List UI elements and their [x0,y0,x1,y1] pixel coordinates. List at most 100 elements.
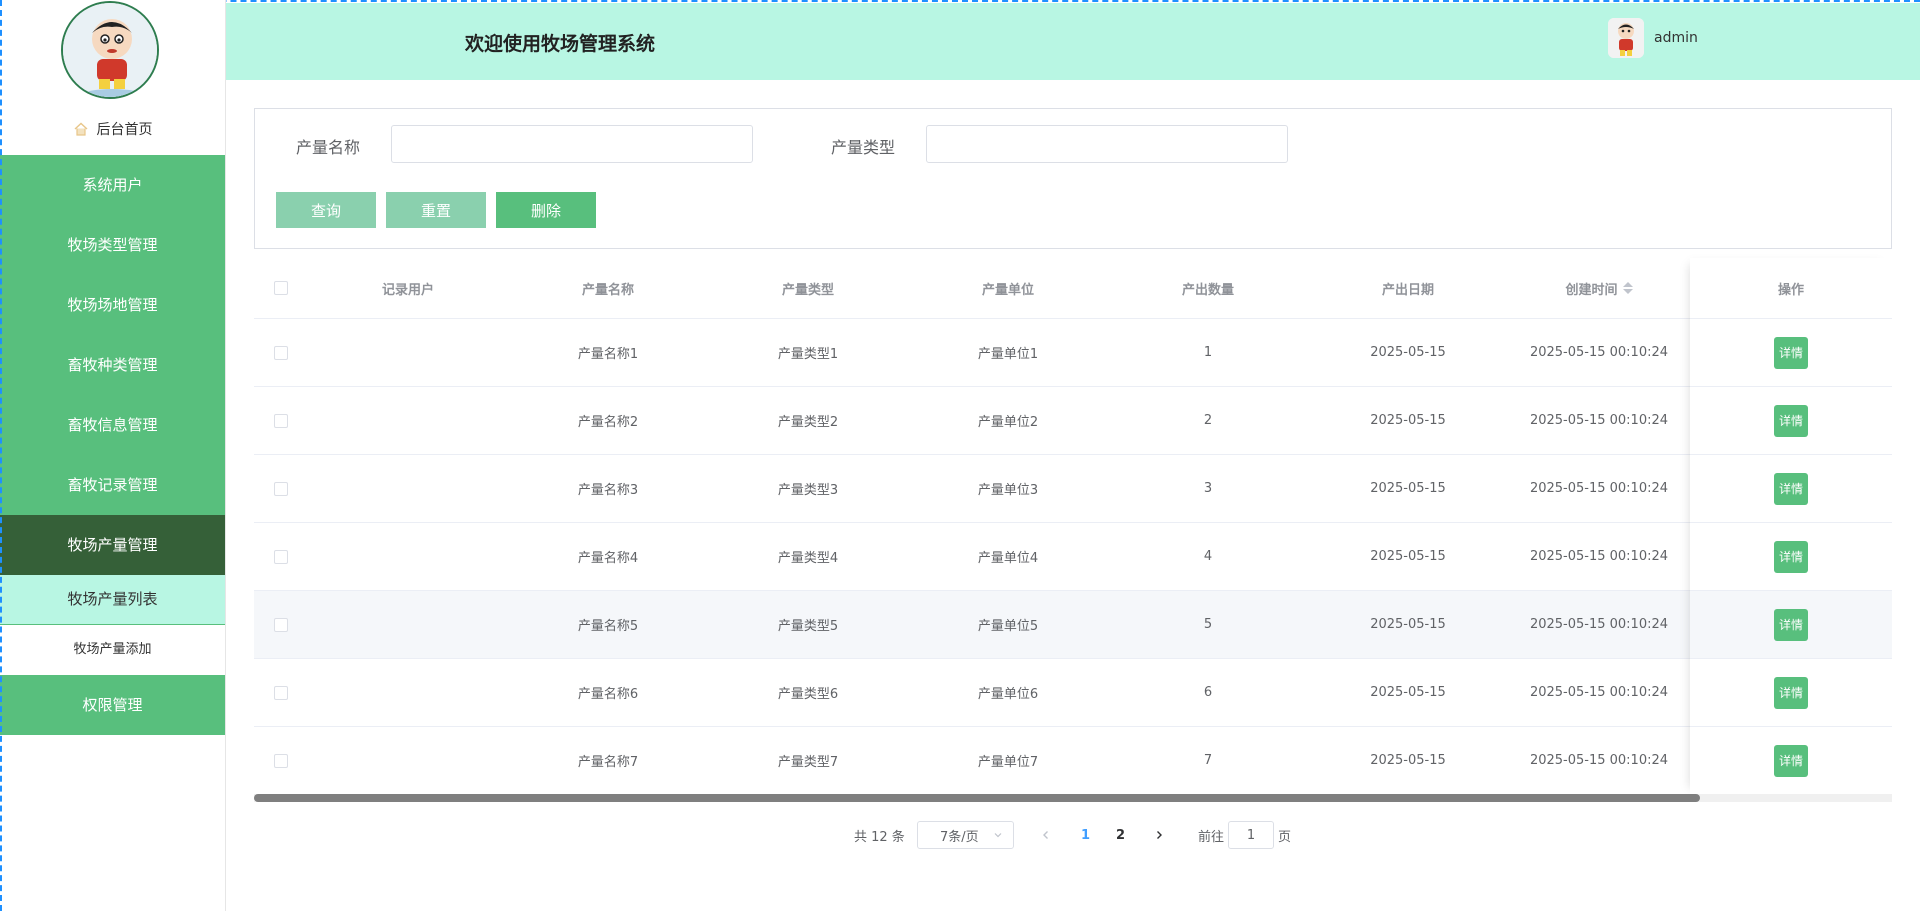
sidebar-item-livestock-species[interactable]: 畜牧种类管理 [0,335,225,395]
type-filter-input[interactable] [926,125,1288,163]
cell-date: 2025-05-15 [1370,753,1446,768]
pagination-total: 共 12 条 [854,829,905,845]
row-checkbox[interactable] [274,685,288,700]
col-header-created[interactable]: 创建时间 [1508,258,1690,318]
row-checkbox[interactable] [274,413,288,428]
username: admin [1654,30,1698,46]
row-checkbox-cell [254,319,308,386]
sidebar-subitem-output-list[interactable]: 牧场产量列表 [0,575,225,625]
sidebar-item-ranch-sites[interactable]: 牧场场地管理 [0,275,225,335]
cell-user [308,523,508,590]
detail-button[interactable]: 详情 [1774,676,1808,709]
cell-name: 产量名称1 [577,347,639,362]
cell-qty: 6 [1203,685,1213,700]
cell-actions: 详情 [1690,455,1892,522]
cell-actions: 详情 [1690,387,1892,454]
reset-button[interactable]: 重置 [386,192,486,228]
table-row[interactable]: 产量名称5 产量类型5 产量单位5 5 2025-05-15 2025-05-15 00:… [254,591,1892,659]
detail-button[interactable]: 详情 [1774,608,1808,641]
sidebar-item-system-users[interactable]: 系统用户 [0,155,225,215]
table-row[interactable]: 产量名称3 产量类型3 产量单位3 3 2025-05-15 2025-05-15 00:… [254,455,1892,523]
table-header: 记录用户 产量名称 产量类型 产量单位 产出数量 产出日期 创建时间 操作 [254,258,1892,319]
cell-type: 产量类型1 [777,347,839,362]
detail-button[interactable]: 详情 [1774,540,1808,573]
cell-date: 2025-05-15 [1370,685,1446,700]
table-row[interactable]: 产量名称7 产量类型7 产量单位7 7 2025-05-15 2025-05-15 00:… [254,727,1892,795]
sidebar-item-livestock-info[interactable]: 畜牧信息管理 [0,395,225,455]
cell-qty: 2 [1203,413,1213,428]
cell-unit: 产量单位6 [977,687,1039,702]
chevron-right-icon [1157,831,1162,839]
cell-actions: 详情 [1690,659,1892,726]
name-filter-input[interactable] [391,125,753,163]
row-checkbox[interactable] [274,617,288,632]
horizontal-scrollbar-thumb[interactable] [254,794,1700,802]
detail-button[interactable]: 详情 [1774,744,1808,777]
cell-unit: 产量单位1 [977,347,1039,362]
table-row[interactable]: 产量名称4 产量类型4 产量单位4 4 2025-05-15 2025-05-15 00:… [254,523,1892,591]
table-row[interactable]: 产量名称6 产量类型6 产量单位6 6 2025-05-15 2025-05-15 00:… [254,659,1892,727]
row-checkbox-cell [254,727,308,794]
cell-actions: 详情 [1690,319,1892,386]
cell-user [308,319,508,386]
cell-date: 2025-05-15 [1370,481,1446,496]
row-checkbox[interactable] [274,481,288,496]
prev-page-button[interactable] [1040,821,1052,849]
home-icon [74,122,87,136]
frame-top-border [0,0,1920,2]
top-header: 欢迎使用牧场管理系统 admin [226,3,1920,80]
home-link-label: 后台首页 [96,122,153,138]
row-checkbox-cell [254,387,308,454]
query-button[interactable]: 查询 [276,192,376,228]
sidebar-item-permissions[interactable]: 权限管理 [0,675,225,735]
cell-date: 2025-05-15 [1370,413,1446,428]
cell-qty: 1 [1203,345,1213,360]
detail-button[interactable]: 详情 [1774,336,1808,369]
cell-user [308,387,508,454]
user-menu[interactable]: admin [1608,18,1698,58]
row-checkbox[interactable] [274,753,288,768]
goto-page-input[interactable]: 1 [1228,821,1274,849]
detail-button[interactable]: 详情 [1774,472,1808,505]
page-number-1[interactable]: 1 [1081,821,1090,849]
cell-type: 产量类型4 [777,551,839,566]
cell-type: 产量类型3 [777,483,839,498]
cell-created: 2025-05-15 00:10:24 [1529,345,1669,360]
row-checkbox-cell [254,591,308,658]
table-row[interactable]: 产量名称2 产量类型2 产量单位2 2 2025-05-15 2025-05-15 00:… [254,387,1892,455]
home-link[interactable]: 后台首页 [0,116,225,142]
sidebar-item-livestock-records[interactable]: 畜牧记录管理 [0,455,225,515]
col-header-actions: 操作 [1777,282,1804,298]
chevron-down-icon [994,833,1002,838]
type-filter-label: 产量类型 [831,138,896,157]
sort-caret-icon[interactable] [1622,282,1633,294]
detail-button[interactable]: 详情 [1774,404,1808,437]
cell-qty: 7 [1203,753,1213,768]
col-header-user: 记录用户 [381,282,434,298]
page-size-value: 7条/页 [940,829,979,845]
row-checkbox[interactable] [274,549,288,564]
cell-qty: 3 [1203,481,1213,496]
cell-type: 产量类型5 [777,619,839,634]
cell-created: 2025-05-15 00:10:24 [1529,617,1669,632]
delete-button[interactable]: 删除 [496,192,596,228]
cell-name: 产量名称2 [577,415,639,430]
page-title: 欢迎使用牧场管理系统 [465,33,656,55]
sidebar-item-ranch-types[interactable]: 牧场类型管理 [0,215,225,275]
page-number-2[interactable]: 2 [1116,821,1125,849]
row-checkbox[interactable] [274,345,288,360]
page-size-select[interactable]: 7条/页 [917,821,1014,849]
table-row[interactable]: 产量名称1 产量类型1 产量单位1 1 2025-05-15 2025-05-15 00:… [254,319,1892,387]
sidebar-subitem-output-add[interactable]: 牧场产量添加 [0,625,225,675]
next-page-button[interactable] [1153,821,1165,849]
cell-actions: 详情 [1690,523,1892,590]
sidebar-menu: 系统用户 牧场类型管理 牧场场地管理 畜牧种类管理 畜牧信息管理 畜牧记录管理 … [0,155,225,735]
user-avatar [1608,18,1644,58]
col-header-date: 产出日期 [1381,282,1434,298]
cell-name: 产量名称7 [577,755,639,770]
select-all-checkbox[interactable] [274,281,288,295]
cell-actions: 详情 [1690,591,1892,658]
sidebar-item-ranch-output[interactable]: 牧场产量管理 [0,515,225,575]
cell-date: 2025-05-15 [1370,617,1446,632]
sidebar-avatar [61,1,159,99]
